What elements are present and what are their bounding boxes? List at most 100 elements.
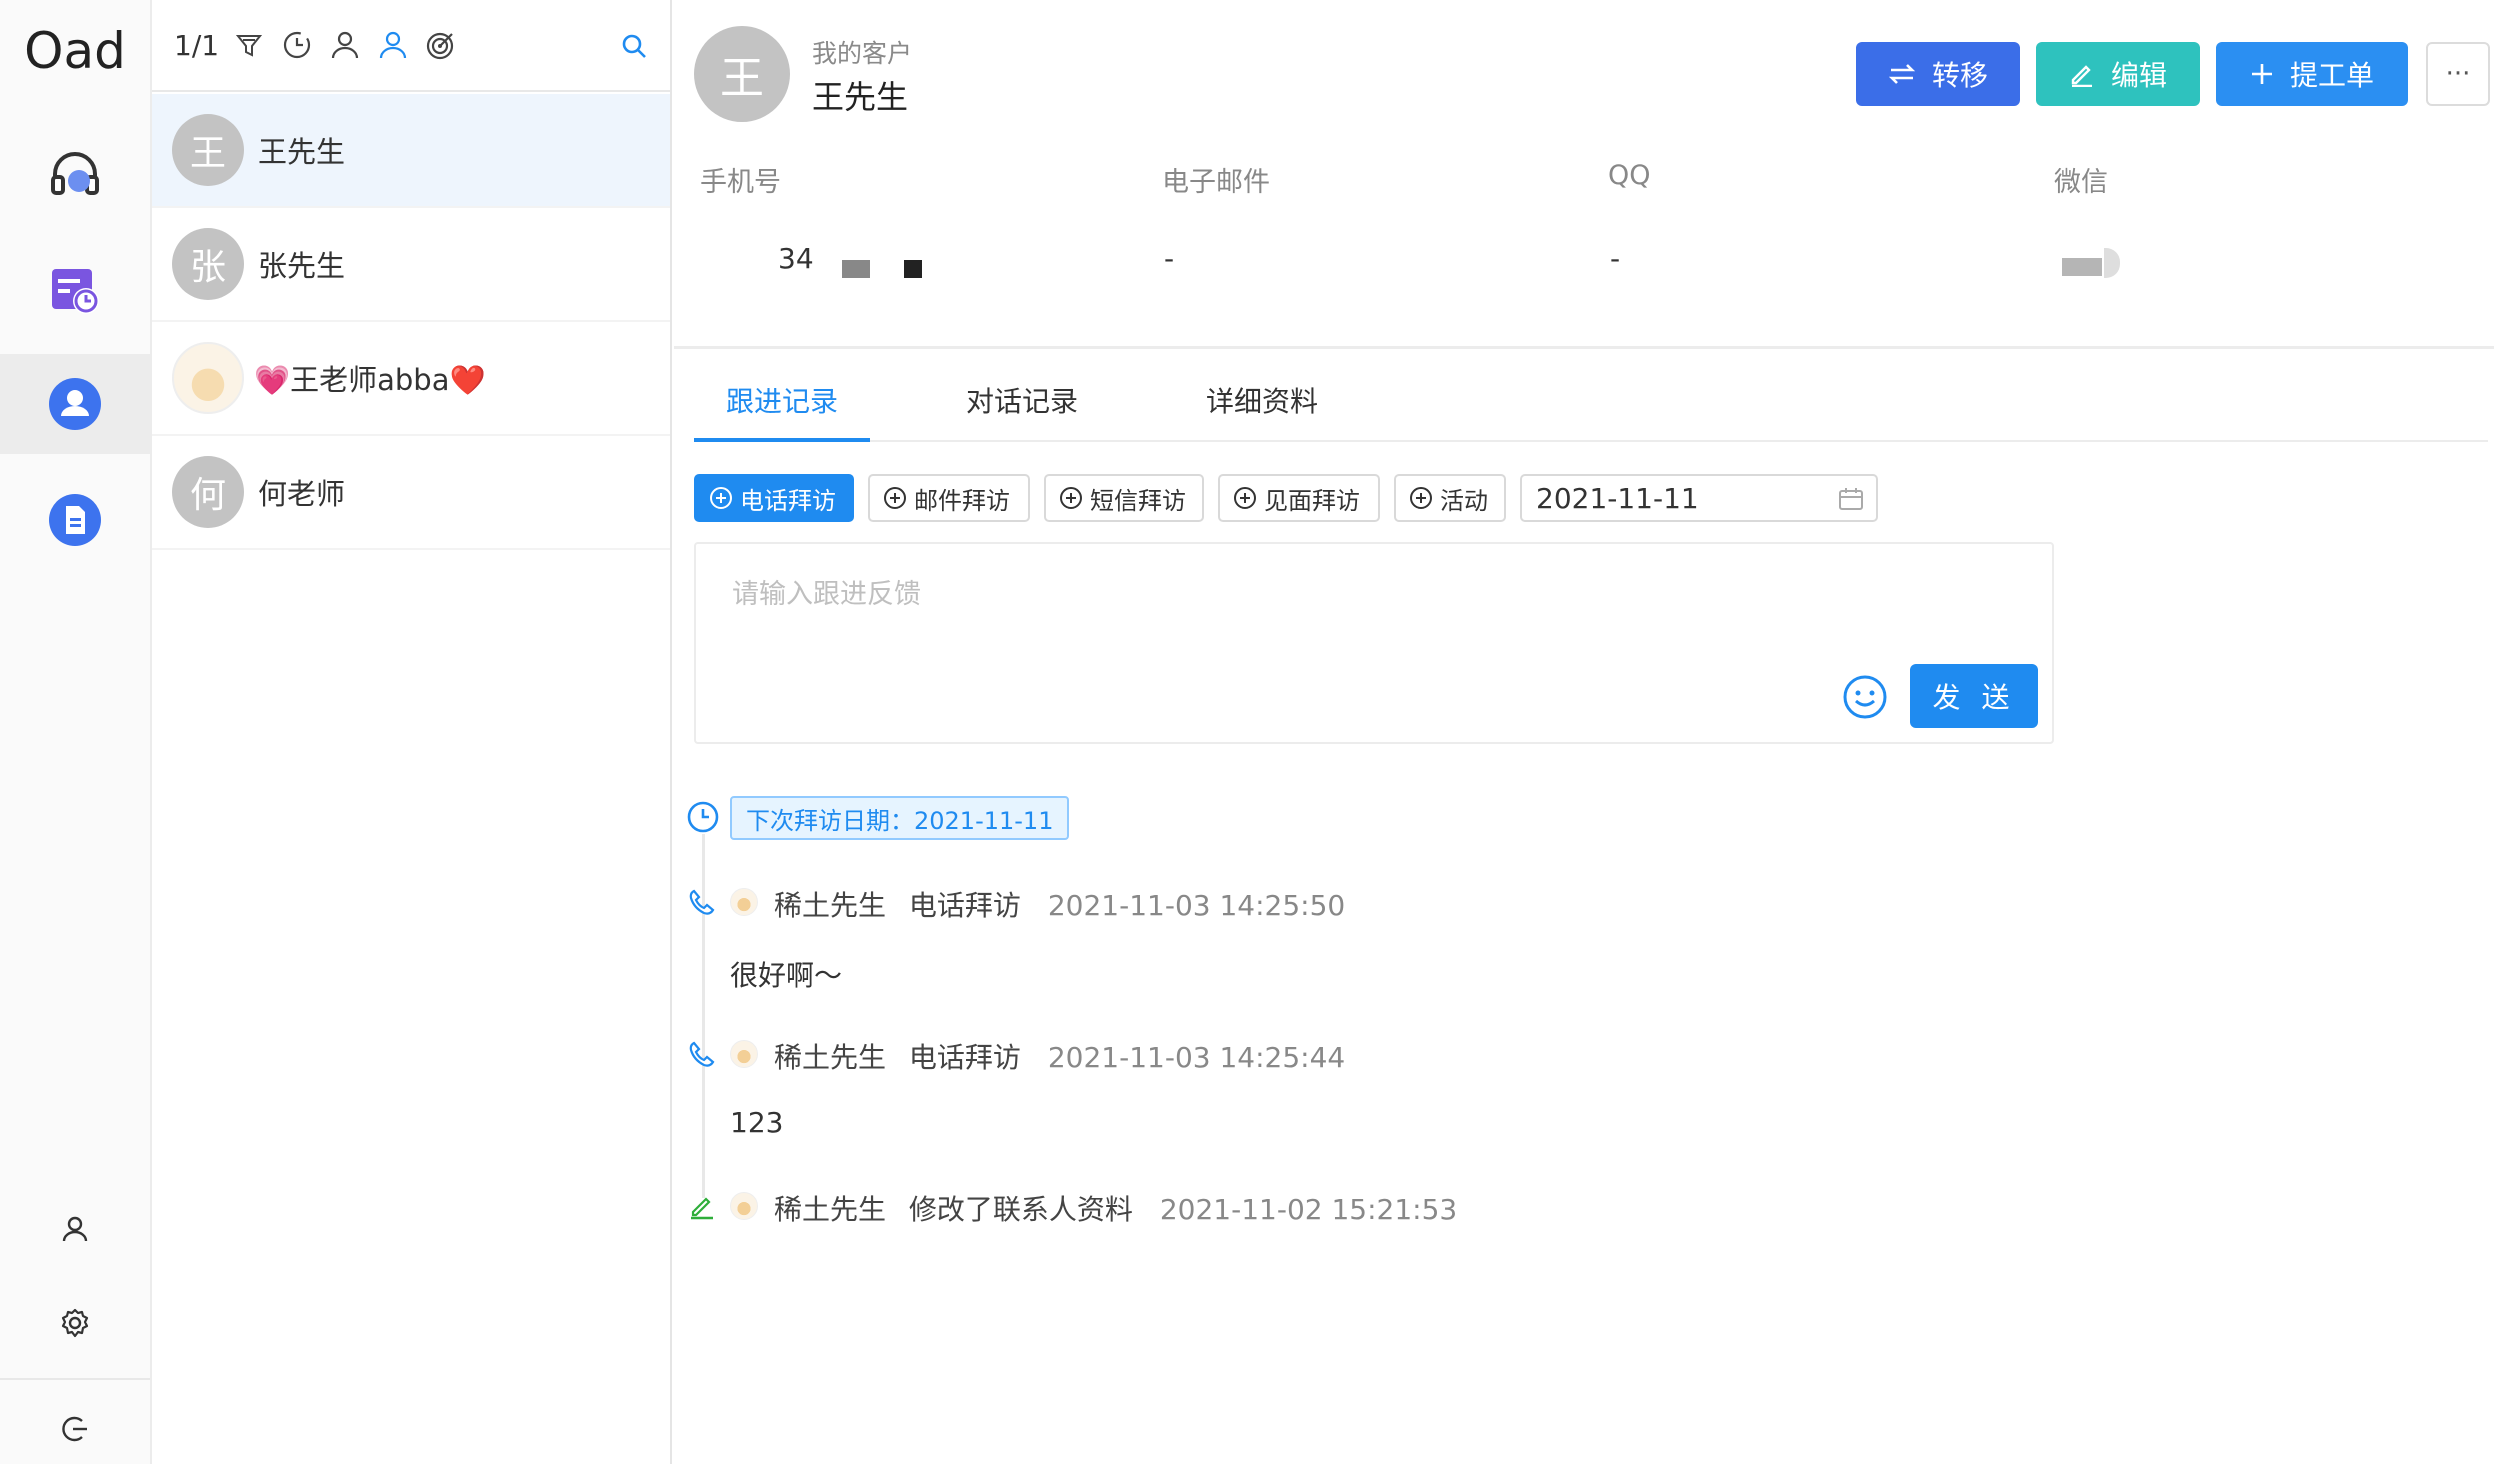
avatar [730,888,758,916]
emoji-icon[interactable] [1842,674,1888,720]
contact-list-panel: 1/1 王 王先生 张 张先生 💗王老师abba❤️ 何 何老师 [152,0,672,1464]
redaction-mask [904,260,922,278]
contact-item[interactable]: 张 张先生 [152,208,670,322]
customer-avatar: 王 [694,26,790,122]
calendar-icon [1839,488,1863,510]
filter-button[interactable] [229,25,269,65]
timeline-entry-header: 稀土先生 电话拜访 2021-11-03 14:25:50 [774,884,1345,924]
swap-icon [1888,64,1916,84]
list-toolbar: 1/1 [152,0,670,92]
edit-button[interactable]: 编辑 [2036,42,2200,106]
visit-type-event[interactable]: 活动 [1394,474,1506,522]
phone-label: 手机号 [700,167,781,198]
next-visit-date-input[interactable]: 2021-11-11 [1520,474,1878,522]
gear-icon [61,1308,89,1338]
clock-icon [283,31,311,59]
nav-item-service[interactable] [0,124,150,224]
entry-time: 2021-11-03 14:25:50 [1047,889,1346,922]
filter-icon [235,35,263,57]
contact-name: 何老师 [258,477,346,511]
nav-item-documents[interactable] [0,470,150,570]
plus-circle-icon [884,487,906,509]
qq-label: QQ [1608,160,1651,191]
search-button[interactable] [612,24,656,68]
calendar-clock-icon [52,269,99,314]
document-icon [49,494,101,546]
visit-type-sms[interactable]: 短信拜访 [1044,474,1204,522]
avatar [730,1192,758,1220]
entry-action: 电话拜访 [908,889,1021,922]
user-icon [62,1216,88,1242]
email-value: - [1164,242,1175,275]
plus-circle-icon [1060,487,1082,509]
tab-conversations[interactable]: 对话记录 [966,380,1078,420]
nav-item-customers[interactable] [0,354,150,454]
transfer-button[interactable]: 转移 [1856,42,2020,106]
target-filter-button[interactable] [421,25,461,65]
visit-type-label: 短信拜访 [1090,486,1186,515]
create-ticket-label: 提工单 [2289,59,2374,92]
nav-profile-button[interactable] [0,1194,150,1264]
entry-time: 2021-11-03 14:25:44 [1047,1041,1346,1074]
plus-circle-icon [710,487,732,509]
nav-item-schedule[interactable] [0,240,150,340]
user-circle-icon [49,378,101,430]
phone-value: 34 [778,242,814,275]
plus-circle-icon [1410,487,1432,509]
nav-settings-button[interactable] [0,1288,150,1358]
timeline-entry-header: 稀土先生 修改了联系人资料 2021-11-02 15:21:53 [774,1188,1457,1228]
visit-type-label: 邮件拜访 [914,486,1010,515]
tab-follow-up[interactable]: 跟进记录 [726,380,838,420]
avatar [730,1040,758,1068]
phone-icon [689,889,715,915]
search-icon [622,34,646,58]
redaction-mask [842,260,870,278]
user-icon [331,31,359,59]
list-count: 1/1 [174,28,220,62]
qq-value: - [1610,242,1621,275]
breadcrumb: 我的客户 [812,39,913,68]
avatar: 王 [172,114,244,186]
user-icon-active [379,31,407,59]
visit-type-label: 活动 [1440,486,1488,515]
pencil-icon [2071,65,2092,87]
sidebar-nav: Oad [0,0,152,1464]
more-button[interactable]: ··· [2426,42,2490,106]
tab-details[interactable]: 详细资料 [1206,380,1318,420]
timeline-entry-content: 很好啊～ [730,959,843,992]
redaction-mask [2062,258,2102,276]
date-value: 2021-11-11 [1536,481,1699,515]
redaction-mask [2104,248,2120,278]
visit-type-email[interactable]: 邮件拜访 [868,474,1030,522]
entry-author: 稀土先生 [774,1041,887,1074]
contact-item[interactable]: 何 何老师 [152,436,670,550]
section-divider [674,346,2494,349]
entry-author: 稀土先生 [774,889,887,922]
contact-name: 张先生 [258,249,346,283]
app-window: Oad 1/1 王 王先生 张 张先生 💗王老师abba❤️ 何 何老师 王 我… [0,0,2494,1464]
all-customers-button[interactable] [325,25,365,65]
target-icon [426,32,454,60]
edit-label: 编辑 [2110,59,2167,92]
visit-type-meeting[interactable]: 见面拜访 [1218,474,1380,522]
phone-icon [689,1041,715,1067]
plus-circle-icon [1234,487,1256,509]
avatar: 张 [172,228,244,300]
contact-item[interactable]: 💗王老师abba❤️ [152,322,670,436]
email-label: 电子邮件 [1162,167,1270,198]
my-customers-button[interactable] [373,25,413,65]
contact-item[interactable]: 王 王先生 [152,94,670,208]
visit-type-label: 电话拜访 [740,486,836,515]
nav-logout-button[interactable] [0,1394,150,1464]
entry-action: 电话拜访 [908,1041,1021,1074]
visit-type-phone[interactable]: 电话拜访 [694,474,854,522]
app-logo: Oad [24,22,126,80]
avatar: 何 [172,456,244,528]
wechat-label: 微信 [2054,167,2108,198]
recent-filter-button[interactable] [277,25,317,65]
create-ticket-button[interactable]: 提工单 [2216,42,2408,106]
edit-icon [691,1197,713,1220]
follow-up-editor[interactable]: 请输入跟进反馈 发 送 [694,542,2054,744]
send-button[interactable]: 发 送 [1910,664,2038,728]
phone-value-text: 34 [778,242,814,275]
